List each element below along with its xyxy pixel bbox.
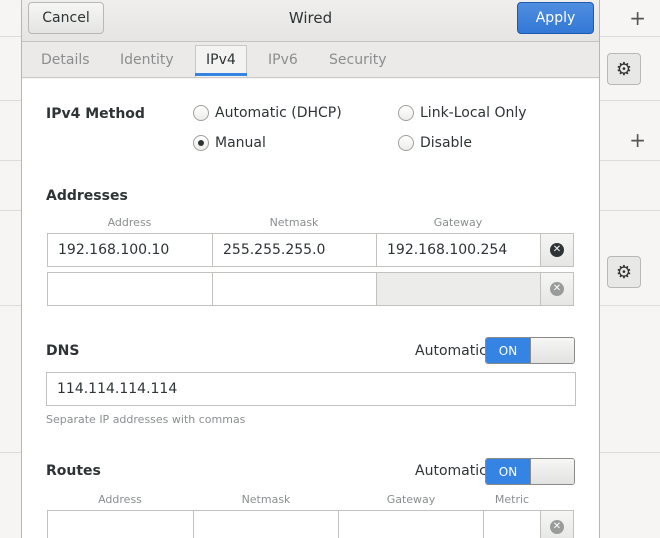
add-icon[interactable]: +: [629, 130, 646, 150]
switch-knob: [530, 338, 574, 363]
radio-label: Automatic (DHCP): [215, 105, 342, 121]
tab-ipv4[interactable]: IPv4: [206, 52, 236, 68]
route-netmask-column-header: Netmask: [241, 493, 291, 506]
gear-icon[interactable]: ⚙: [607, 53, 641, 85]
ipv4-method-label: IPv4 Method: [46, 106, 145, 122]
radio-disable[interactable]: Disable: [398, 135, 472, 151]
dns-servers-input[interactable]: 114.114.114.114: [46, 372, 576, 406]
radio-indicator: [193, 105, 209, 121]
route-metric-input[interactable]: [483, 510, 541, 538]
address-input[interactable]: 192.168.100.10: [47, 233, 213, 267]
gear-icon[interactable]: ⚙: [607, 256, 641, 288]
dns-heading: DNS: [46, 343, 80, 359]
routes-automatic-label: Automatic: [415, 463, 487, 479]
dns-automatic-switch[interactable]: ON: [485, 337, 575, 364]
route-address-column-header: Address: [98, 493, 142, 506]
apply-button[interactable]: Apply: [517, 2, 594, 34]
netmask-input[interactable]: [212, 272, 377, 306]
route-metric-column-header: Metric: [494, 493, 530, 506]
gateway-input[interactable]: 192.168.100.254: [376, 233, 541, 267]
dialog-title: Wired: [288, 9, 333, 27]
radio-indicator: [398, 135, 414, 151]
switch-on-label: ON: [486, 459, 530, 484]
close-icon: ✕: [550, 520, 564, 534]
radio-indicator: [398, 105, 414, 121]
address-input[interactable]: [47, 272, 213, 306]
gateway-column-header: Gateway: [433, 216, 483, 229]
ipv4-settings-panel: IPv4 Method Automatic (DHCP) Link-Local …: [22, 79, 599, 538]
wired-dialog: Cancel Wired Apply Details Identity IPv4…: [21, 0, 600, 538]
route-netmask-input[interactable]: [193, 510, 339, 538]
radio-label: Link-Local Only: [420, 105, 527, 121]
tab-security[interactable]: Security: [329, 52, 387, 68]
netmask-input[interactable]: 255.255.255.0: [212, 233, 377, 267]
tab-identity[interactable]: Identity: [120, 52, 174, 68]
switch-knob: [530, 459, 574, 484]
address-column-header: Address: [107, 216, 152, 229]
radio-link-local-only[interactable]: Link-Local Only: [398, 105, 527, 121]
netmask-column-header: Netmask: [269, 216, 319, 229]
routes-heading: Routes: [46, 463, 101, 479]
switch-on-label: ON: [486, 338, 530, 363]
routes-automatic-switch[interactable]: ON: [485, 458, 575, 485]
dns-automatic-label: Automatic: [415, 343, 487, 359]
dns-hint: Separate IP addresses with commas: [46, 413, 246, 426]
add-icon[interactable]: +: [629, 8, 646, 28]
delete-address-button[interactable]: ✕: [540, 272, 574, 306]
tab-bar: Details Identity IPv4 IPv6 Security: [22, 42, 599, 78]
gateway-input[interactable]: [376, 272, 541, 306]
radio-indicator-checked: [193, 135, 209, 151]
tab-active-indicator: [195, 73, 247, 76]
route-gateway-column-header: Gateway: [386, 493, 436, 506]
delete-address-button[interactable]: ✕: [540, 233, 574, 267]
radio-label: Disable: [420, 135, 472, 151]
addresses-heading: Addresses: [46, 188, 128, 204]
radio-automatic-dhcp[interactable]: Automatic (DHCP): [193, 105, 342, 121]
radio-manual[interactable]: Manual: [193, 135, 266, 151]
radio-label: Manual: [215, 135, 266, 151]
delete-route-button[interactable]: ✕: [540, 510, 574, 538]
dialog-titlebar: Cancel Wired Apply: [22, 0, 599, 42]
close-icon: ✕: [550, 282, 564, 296]
tab-ipv6[interactable]: IPv6: [268, 52, 298, 68]
close-icon: ✕: [550, 243, 564, 257]
route-address-input[interactable]: [47, 510, 194, 538]
tab-details[interactable]: Details: [41, 52, 90, 68]
route-gateway-input[interactable]: [338, 510, 484, 538]
